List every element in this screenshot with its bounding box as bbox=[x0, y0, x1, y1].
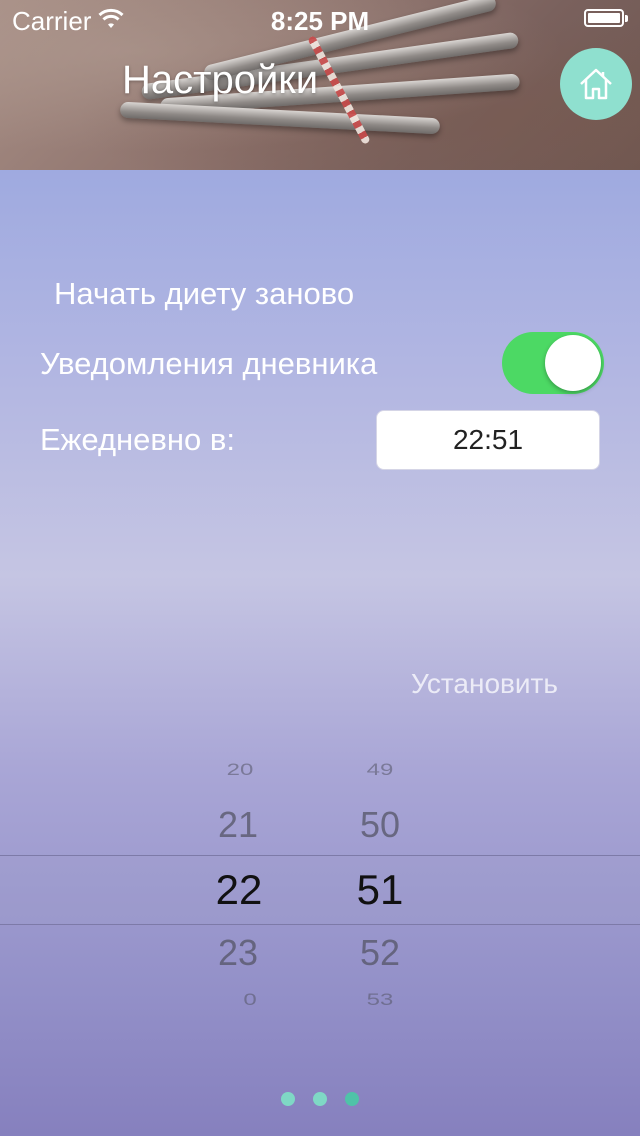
page-dot-current[interactable] bbox=[345, 1092, 359, 1106]
picker-hour-item[interactable]: 21 bbox=[188, 804, 288, 846]
daily-label: Ежедневно в: bbox=[40, 422, 235, 457]
picker-selection-line-bottom bbox=[0, 924, 640, 925]
picker-minute-item[interactable]: 49 bbox=[330, 760, 430, 780]
picker-hour-selected[interactable]: 22 bbox=[189, 866, 289, 914]
time-field[interactable]: 22:51 bbox=[376, 410, 600, 470]
picker-hour-item[interactable]: 20 bbox=[190, 760, 290, 780]
restart-diet-button[interactable]: Начать диету заново bbox=[54, 276, 354, 312]
fork-image bbox=[119, 101, 441, 135]
status-bar: Carrier 8:25 PM bbox=[0, 0, 640, 40]
picker-minute-item[interactable]: 53 bbox=[330, 990, 430, 1010]
picker-hour-item[interactable]: 0 bbox=[200, 990, 300, 1010]
page-title: Настройки bbox=[122, 58, 319, 102]
page-dot[interactable] bbox=[281, 1092, 295, 1106]
picker-minute-item[interactable]: 50 bbox=[330, 804, 430, 846]
battery-icon bbox=[584, 9, 628, 27]
picker-hour-item[interactable]: 23 bbox=[188, 932, 288, 974]
set-button[interactable]: Установить bbox=[411, 668, 558, 700]
picker-minute-selected[interactable]: 51 bbox=[330, 866, 430, 914]
picker-minute-item[interactable]: 52 bbox=[330, 932, 430, 974]
time-picker[interactable]: 20 21 22 23 0 49 50 51 52 53 bbox=[0, 750, 640, 1020]
notifications-toggle[interactable] bbox=[502, 332, 604, 394]
notifications-label: Уведомления дневника bbox=[40, 346, 378, 381]
page-dot[interactable] bbox=[313, 1092, 327, 1106]
status-time: 8:25 PM bbox=[270, 6, 370, 36]
settings-panel: Начать диету заново Уведомления дневника… bbox=[0, 170, 640, 1136]
home-icon bbox=[580, 68, 612, 100]
toggle-knob bbox=[545, 335, 601, 391]
picker-selection-band bbox=[0, 856, 640, 924]
home-button[interactable] bbox=[560, 48, 632, 120]
picker-selection-line-top bbox=[0, 855, 640, 856]
